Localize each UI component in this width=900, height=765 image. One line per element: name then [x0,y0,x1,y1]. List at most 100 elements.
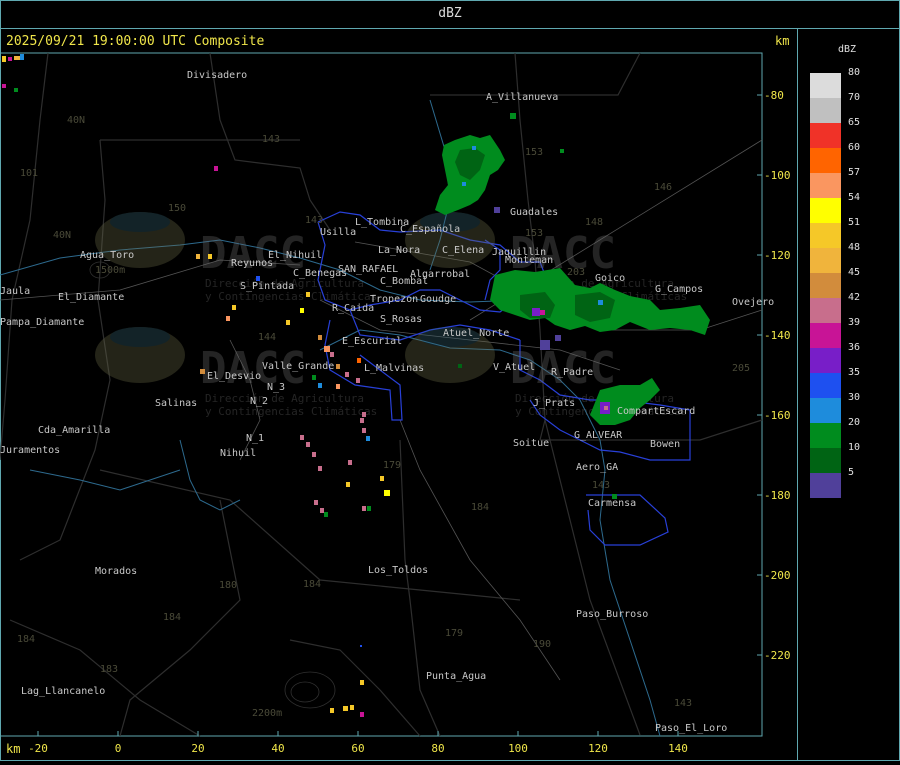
place-label: S_Rosas [380,314,422,325]
place-label: El_Nihuil [268,250,322,261]
route-label: 40N [53,230,71,241]
route-label: 143 [592,480,610,491]
place-label: Tropezon [370,294,418,305]
route-label: 148 [585,217,603,228]
route-label: 101 [20,168,38,179]
legend-label: 54 [848,192,861,203]
legend-swatch [810,348,841,373]
route-label: 2200m [252,708,282,719]
y-tick-label: -200 [764,569,791,582]
radar-map-canvas[interactable]: DACC Dirección de Agricultura y Continge… [0,29,797,761]
route-label: 183 [100,664,118,675]
place-label: El_Diamante [58,292,124,303]
place-label: Juramentos [0,445,60,456]
echo-north-pixel [560,149,564,153]
echo-east-pixel [540,310,545,315]
x-axis-unit: km [6,742,21,756]
echo-north-pixel [494,207,500,213]
place-label: J_Prats [533,398,575,409]
y-tick-label: -180 [764,489,791,502]
place-label: Carmensa [588,498,636,509]
district-boundaries [317,211,691,546]
legend-swatch [810,323,841,348]
place-label: V_Atuel [493,362,535,373]
route-label: 179 [383,460,401,471]
place-label: Goico [595,273,625,284]
x-tick-label: 60 [351,742,364,755]
place-label: Atuel_Norte [443,328,509,339]
y-tick-label: -160 [764,409,791,422]
legend-label: 57 [848,167,861,178]
route-label: 190 [533,639,551,650]
x-tick-label: -20 [28,742,48,755]
legend-swatch [810,273,841,298]
legend-label: 51 [848,217,861,228]
place-label: Nihuil [220,448,256,459]
legend-swatch [810,248,841,273]
legend-label: 36 [848,342,861,353]
place-label: Aero_GA [576,462,618,473]
legend-swatch [810,223,841,248]
x-tick-label: 40 [271,742,284,755]
y-axis-unit: km [775,34,790,48]
route-label: 143 [305,215,323,226]
legend-swatch [810,198,841,223]
radar-map[interactable]: DACC Dirección de Agricultura y Continge… [0,29,797,761]
y-tick-label: -140 [764,329,791,342]
legend-title: dBZ [838,44,857,55]
legend-swatch [810,298,841,323]
y-tick-label: -80 [764,89,784,102]
x-tick-label: 100 [508,742,528,755]
legend-label: 5 [848,467,855,478]
legend-label: 20 [848,417,861,428]
echo-north-pixel [462,182,466,186]
x-tick-label: 0 [115,742,122,755]
place-label: E_Escurial [342,336,402,347]
route-label: 146 [654,182,672,193]
x-tick-label: 20 [191,742,204,755]
legend-label: 80 [848,67,861,78]
place-label: Lag_Llancanelo [21,686,105,697]
legend-swatch [810,448,841,473]
place-label: N_2 [250,396,268,407]
legend-swatch [810,373,841,398]
place-label: Los_Toldos [368,565,428,576]
place-label: La_Nora [378,245,420,256]
place-label: El_Desvio [207,371,261,382]
route-label: 1500m [95,265,125,276]
legend-swatch [810,423,841,448]
x-tick-label: 140 [668,742,688,755]
place-label: Ovejero [732,297,774,308]
place-label: Paso_El_Loro [655,723,727,734]
place-label: L_Malvinas [364,363,424,374]
x-tick-label: 80 [431,742,444,755]
x-tick-label: 120 [588,742,608,755]
echo-east-pixel [540,340,550,350]
route-label: 180 [219,580,237,591]
route-label: 184 [17,634,35,645]
legend-swatch [810,98,841,123]
y-axis-labels: -80 -100 -120 -140 -160 -180 -200 -220 [764,89,791,662]
place-label: G_ALVEAR [574,430,623,441]
place-label: Punta_Agua [426,671,486,682]
place-label: Usilla [320,227,356,238]
place-label: C_Española [400,224,460,235]
legend-swatch [810,473,841,498]
legend-swatch [810,173,841,198]
y-tick-label: -220 [764,649,791,662]
place-label: Divisadero [187,70,247,81]
legend-label: 48 [848,242,861,253]
route-label: 153 [525,228,543,239]
place-label: CompartEscard [617,406,695,417]
place-label: Jaula [0,286,30,297]
place-label: Morados [95,566,137,577]
route-label: 205 [732,363,750,374]
legend-label: 60 [848,142,861,153]
legend-swatch [810,123,841,148]
x-axis-labels: -20 0 20 40 60 80 100 120 140 [28,742,688,755]
place-label: C_Bombal [380,276,428,287]
place-label: C_Elena [442,245,484,256]
echo-east-pixel [555,335,561,341]
place-label: Bowen [650,439,680,450]
timestamp-header: 2025/09/21 19:00:00 UTC Composite [6,34,265,49]
